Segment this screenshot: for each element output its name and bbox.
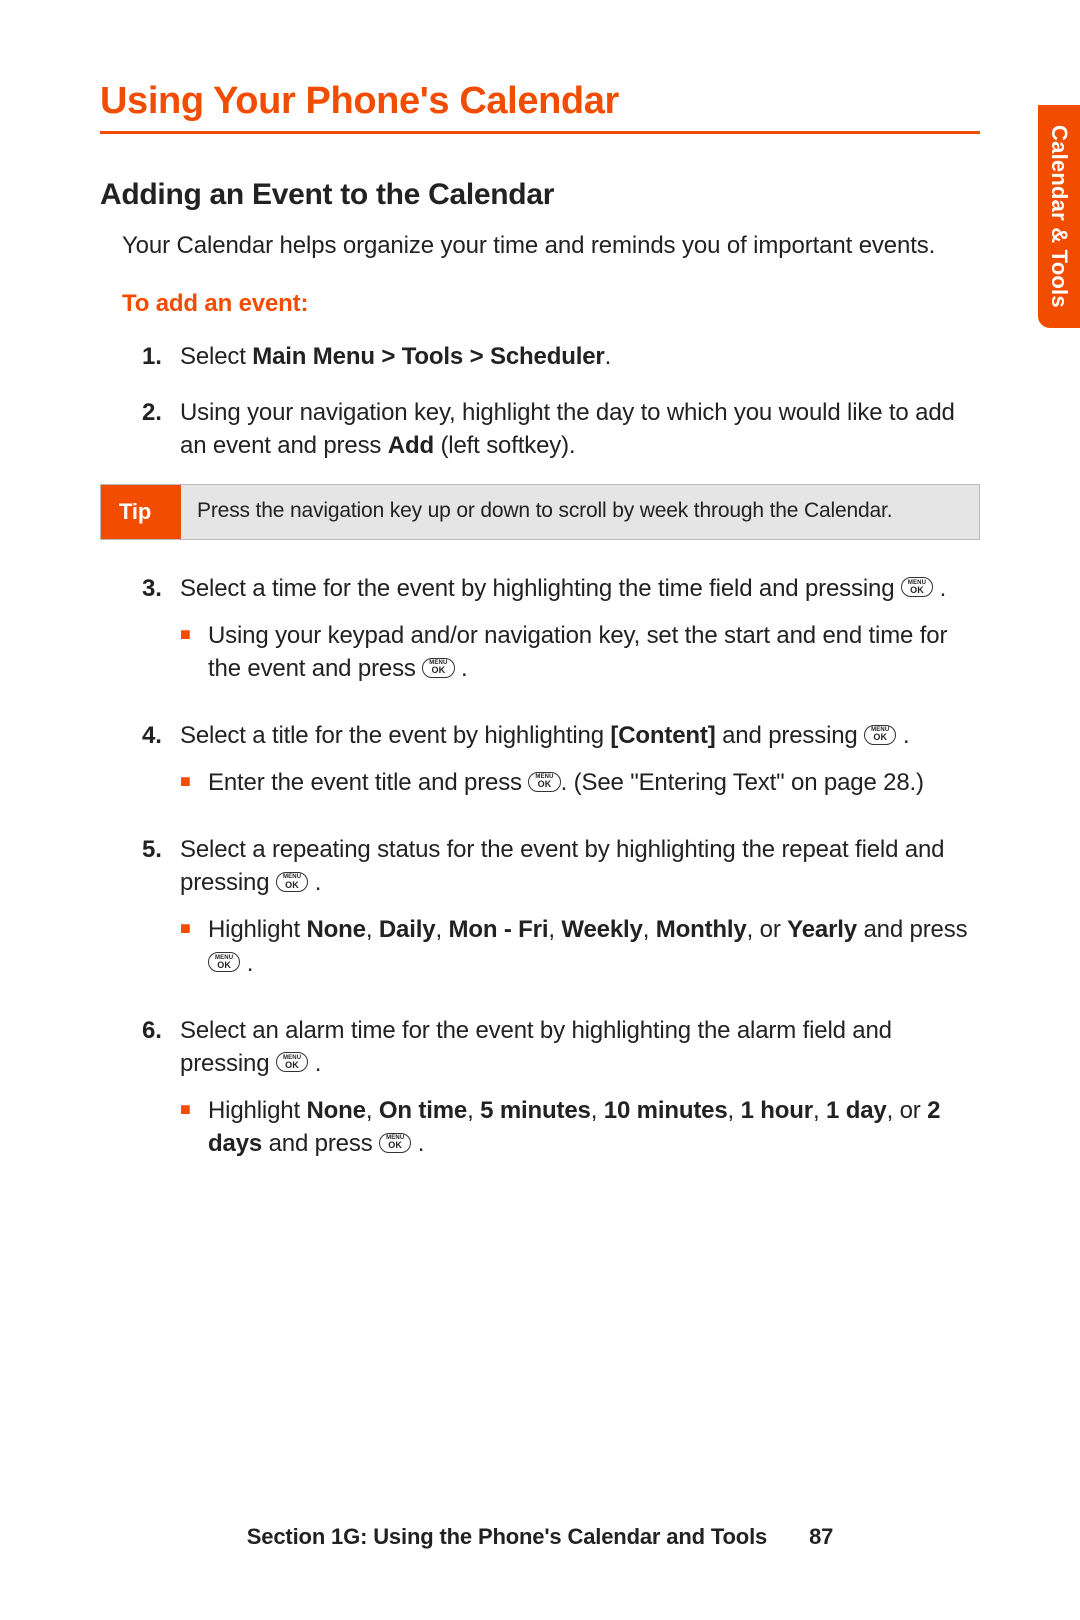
sub-text: Using your keypad and/or navigation key,… [208,619,980,685]
sub-item: ■ Highlight None, On time, 5 minutes, 10… [180,1094,980,1160]
sub-text: Highlight None, Daily, Mon - Fri, Weekly… [208,913,980,979]
step-text: Select a time for the event by highlight… [180,572,980,697]
sub-item: ■ Enter the event title and press MENUOK… [180,766,980,799]
menu-ok-icon: MENUOK [379,1133,411,1153]
tip-label: Tip [101,485,181,539]
step-text: Select a title for the event by highligh… [180,719,980,811]
subhead: To add an event: [122,290,980,318]
step-number: 2. [142,396,180,462]
footer-section: Section 1G: Using the Phone's Calendar a… [247,1524,767,1549]
section-heading: Adding an Event to the Calendar [100,178,980,212]
sub-list: ■ Enter the event title and press MENUOK… [180,766,980,799]
step-text: Using your navigation key, highlight the… [180,396,980,462]
steps-list: 1. Select Main Menu > Tools > Scheduler.… [142,340,980,461]
sub-text: Highlight None, On time, 5 minutes, 10 m… [208,1094,980,1160]
step-4: 4. Select a title for the event by highl… [142,719,980,811]
step-text: Select an alarm time for the event by hi… [180,1014,980,1172]
tip-text: Press the navigation key up or down to s… [181,485,979,539]
step-number: 5. [142,833,180,991]
menu-ok-icon: MENUOK [208,952,240,972]
title-rule [100,131,980,134]
step-text: Select Main Menu > Tools > Scheduler. [180,340,980,373]
step-number: 6. [142,1014,180,1172]
side-tab: Calendar & Tools [1038,105,1080,328]
menu-ok-icon: MENUOK [276,1052,308,1072]
step-6: 6. Select an alarm time for the event by… [142,1014,980,1172]
steps-list-cont: 3. Select a time for the event by highli… [142,572,980,1172]
step-text: Select a repeating status for the event … [180,833,980,991]
step-number: 3. [142,572,180,697]
sub-list: ■ Highlight None, Daily, Mon - Fri, Week… [180,913,980,979]
menu-ok-icon: MENUOK [528,772,560,792]
intro-text: Your Calendar helps organize your time a… [122,230,980,262]
menu-ok-icon: MENUOK [864,725,896,745]
page-number: 87 [809,1524,833,1549]
sub-text: Enter the event title and press MENUOK. … [208,766,980,799]
sub-list: ■ Using your keypad and/or navigation ke… [180,619,980,685]
menu-ok-icon: MENUOK [422,658,454,678]
step-number: 4. [142,719,180,811]
sub-item: ■ Highlight None, Daily, Mon - Fri, Week… [180,913,980,979]
menu-ok-icon: MENUOK [276,872,308,892]
sub-item: ■ Using your keypad and/or navigation ke… [180,619,980,685]
page-footer: Section 1G: Using the Phone's Calendar a… [0,1524,1080,1550]
bullet-icon: ■ [180,1094,208,1160]
sub-list: ■ Highlight None, On time, 5 minutes, 10… [180,1094,980,1160]
step-3: 3. Select a time for the event by highli… [142,572,980,697]
bullet-icon: ■ [180,766,208,799]
step-2: 2. Using your navigation key, highlight … [142,396,980,462]
step-1: 1. Select Main Menu > Tools > Scheduler. [142,340,980,373]
tip-box: Tip Press the navigation key up or down … [100,484,980,540]
bullet-icon: ■ [180,913,208,979]
step-5: 5. Select a repeating status for the eve… [142,833,980,991]
menu-ok-icon: MENUOK [901,577,933,597]
step-number: 1. [142,340,180,373]
page-title: Using Your Phone's Calendar [100,80,980,123]
bullet-icon: ■ [180,619,208,685]
